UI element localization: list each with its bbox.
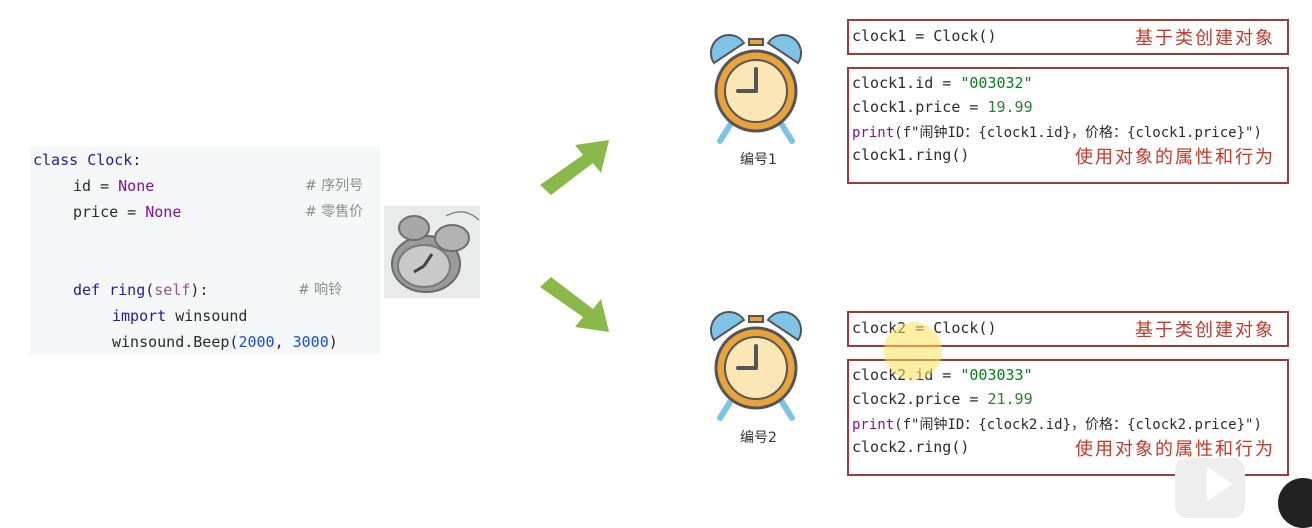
comment-ring: # 响铃 [298, 282, 343, 298]
clock1-usage-box: clock1.id = "003032" clock1.price = 19.9… [847, 67, 1289, 184]
code-line-def-ring: def ring(self): [73, 281, 209, 299]
code-line-price: price = None [73, 203, 182, 221]
arrow-down-right-icon [540, 277, 609, 332]
alarm-clock-icon [709, 34, 803, 144]
clock2-id-line: clock2.id = "003033" [852, 366, 1033, 384]
clock1-ring-line: clock1.ring() [852, 146, 970, 164]
clock2-create-note: 基于类创建对象 [1135, 320, 1275, 341]
code-line-beep: winsound.Beep(2000, 3000) [112, 333, 338, 351]
clock2-use-note: 使用对象的属性和行为 [1075, 439, 1275, 460]
arrow-up-right-icon [540, 140, 609, 195]
clock1-price-line: clock1.price = 19.99 [852, 98, 1033, 116]
alarm-clock-icon [709, 311, 803, 421]
clock1-print-line: print(f"闹钟ID：{clock1.id}，价格：{clock1.pric… [852, 125, 1262, 141]
code-line-import: import winsound [112, 307, 248, 325]
alarm-clock-photo [384, 206, 480, 298]
code-line-id: id = None [73, 177, 155, 195]
alarm-clock-photo-drawing [391, 211, 480, 293]
clock1-create-note: 基于类创建对象 [1135, 28, 1275, 49]
clock1-id-line: clock1.id = "003032" [852, 74, 1033, 92]
clock1-caption: 编号1 [740, 152, 777, 168]
corner-control[interactable] [1278, 478, 1312, 528]
comment-retail-price: # 零售价 [305, 204, 364, 220]
cursor-highlight [884, 322, 942, 380]
clock1-use-note: 使用对象的属性和行为 [1075, 147, 1275, 168]
comment-serial-number: # 序列号 [305, 178, 364, 194]
class-definition-code: class Clock: id = None # 序列号 price = Non… [30, 147, 380, 355]
play-icon[interactable] [1207, 467, 1233, 501]
clock1-create-box: clock1 = Clock() 基于类创建对象 [847, 19, 1289, 55]
clock2-price-line: clock2.price = 21.99 [852, 390, 1033, 408]
clock1-create-code: clock1 = Clock() [852, 27, 997, 45]
clock2-caption: 编号2 [740, 430, 777, 446]
clock2-ring-line: clock2.ring() [852, 438, 970, 456]
code-line-class: class Clock: [33, 151, 142, 169]
clock2-print-line: print(f"闹钟ID：{clock2.id}，价格：{clock2.pric… [852, 417, 1262, 433]
